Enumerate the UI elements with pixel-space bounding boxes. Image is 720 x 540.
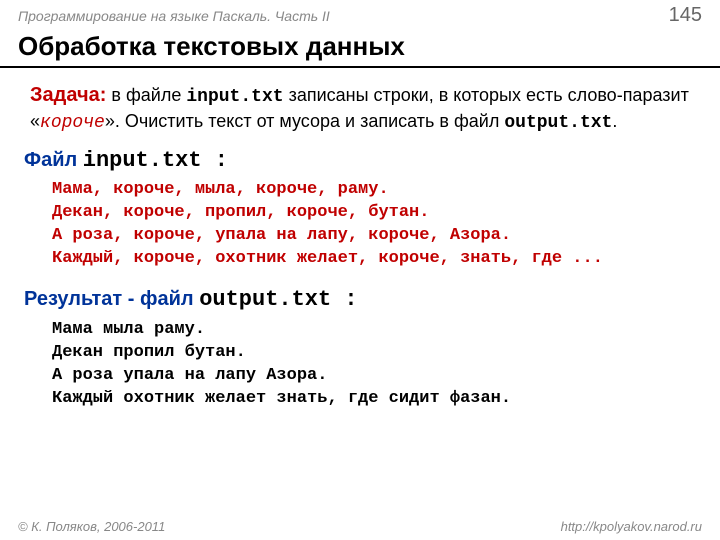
input-label: Файл: [24, 149, 83, 171]
output-line: Декан пропил бутан.: [52, 343, 246, 362]
output-line: Каждый охотник желает знать, где сидит ф…: [52, 389, 511, 408]
input-line: Декан, короче, пропил, короче, бутан.: [52, 203, 429, 222]
task-file1: input.txt: [186, 87, 283, 107]
footer: © К. Поляков, 2006-2011 http://kpolyakov…: [0, 519, 720, 534]
output-line: Мама мыла раму.: [52, 320, 205, 339]
output-section: Результат - файл output.txt : Мама мыла …: [24, 285, 696, 410]
task-label: Задача:: [30, 84, 106, 106]
input-line: Каждый, короче, охотник желает, короче, …: [52, 249, 603, 268]
output-filename: output.txt: [199, 287, 331, 312]
task-end: .: [612, 111, 617, 131]
copyright: © К. Поляков, 2006-2011: [18, 519, 165, 534]
output-label: Результат - файл: [24, 288, 199, 310]
task-word: короче: [40, 113, 105, 133]
task-text-3: ». Очистить текст от мусора и записать в…: [105, 111, 505, 131]
footer-url: http://kpolyakov.narod.ru: [561, 519, 702, 534]
task-section: Задача: в файле input.txt записаны строк…: [24, 82, 696, 136]
task-text-1: в файле: [106, 85, 186, 105]
input-line: А роза, короче, упала на лапу, короче, А…: [52, 226, 511, 245]
task-file2: output.txt: [504, 113, 612, 133]
input-colon: :: [202, 148, 228, 173]
course-name: Программирование на языке Паскаль. Часть…: [18, 8, 330, 24]
output-colon: :: [331, 287, 357, 312]
input-filename: input.txt: [83, 148, 202, 173]
input-line: Мама, короче, мыла, короче, раму.: [52, 180, 389, 199]
page-title: Обработка текстовых данных: [0, 29, 720, 68]
header: Программирование на языке Паскаль. Часть…: [0, 0, 720, 29]
output-code: Мама мыла раму. Декан пропил бутан. А ро…: [52, 319, 696, 411]
content: Задача: в файле input.txt записаны строк…: [0, 82, 720, 410]
input-code: Мама, короче, мыла, короче, раму. Декан,…: [52, 179, 696, 271]
output-line: А роза упала на лапу Азора.: [52, 366, 327, 385]
input-section: Файл input.txt : Мама, короче, мыла, кор…: [24, 146, 696, 271]
page-number: 145: [669, 4, 702, 27]
